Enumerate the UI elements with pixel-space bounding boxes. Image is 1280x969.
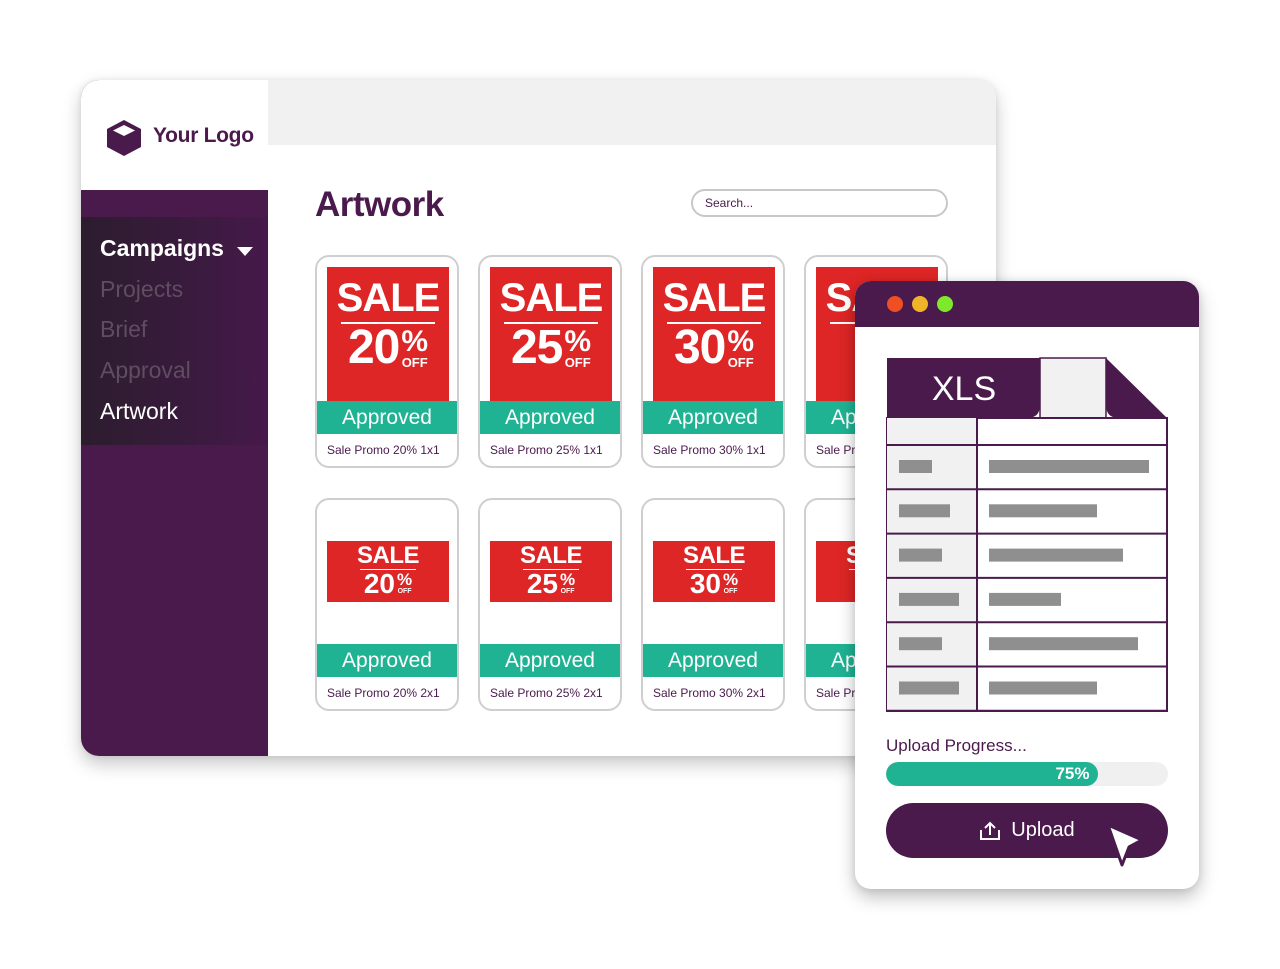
sale-artwork-thumbnail: SALE 25% OFF [490,541,612,602]
progress-bar: 75% [886,762,1168,786]
sidebar-item-artwork[interactable]: Artwork [100,398,178,425]
sheet-cell-placeholder [899,592,959,606]
off-text: OFF [397,588,412,595]
sale-artwork-thumbnail: SALE 25% OFF [490,267,612,401]
percent-sign: % [564,325,592,358]
percent-sign: % [723,570,739,589]
artwork-card[interactable]: SALE 20% OFF Approved Sale Promo 20% 1x1 [315,255,459,468]
sale-text: SALE [519,542,583,569]
top-bar [268,80,996,145]
sale-artwork-thumbnail: SALE 20% OFF [327,267,449,401]
close-window-icon[interactable] [887,296,903,312]
upload-window: XLS Upload Progress... 75% Upload [855,281,1199,889]
sale-text: SALE [682,542,746,569]
sidebar: Your Logo Campaigns Projects Brief Appro… [81,80,268,756]
progress-label: Upload Progress... [886,736,1027,755]
sale-text: SALE [499,276,604,320]
progress-fill: 75% [886,762,1098,786]
status-badge: Approved [317,644,457,677]
status-badge: Approved [480,401,620,434]
sheet-cell-placeholder [989,637,1138,651]
sidebar-item-approval[interactable]: Approval [100,357,191,384]
sidebar-item-projects[interactable]: Projects [100,276,183,303]
percent-sign: % [560,570,576,589]
artwork-card[interactable]: SALE 20% OFF Approved Sale Promo 20% 2x1 [315,498,459,711]
artwork-caption: Sale Promo 25% 1x1 [490,443,603,457]
minimize-window-icon[interactable] [912,296,928,312]
discount-number: 25 [526,568,559,599]
off-text: OFF [564,355,591,370]
sale-text: SALE [662,276,767,320]
page-title: Artwork [315,185,444,224]
sale-text: SALE [356,542,420,569]
sidebar-item-campaigns[interactable]: Campaigns [100,235,224,262]
discount-number: 20 [363,568,396,599]
percent-sign: % [727,325,755,358]
xls-file-icon: XLS [886,357,1168,712]
sheet-cell-placeholder [899,548,942,562]
logo-area: Your Logo [81,80,268,190]
artwork-card[interactable]: SALE 30% OFF Approved Sale Promo 30% 2x1 [641,498,785,711]
search-input[interactable] [691,189,948,217]
sale-artwork-thumbnail: SALE 20% OFF [327,541,449,602]
artwork-caption: Sale Promo 25% 2x1 [490,686,603,700]
status-badge: Approved [643,401,783,434]
off-text: OFF [560,588,575,595]
file-type-label: XLS [932,370,996,408]
sheet-cell-placeholder [989,504,1097,518]
off-text: OFF [723,588,738,595]
mouse-pointer-icon [1106,823,1144,867]
logo-text: Your Logo [153,124,254,147]
sheet-cell-placeholder [899,637,942,651]
sidebar-item-brief[interactable]: Brief [100,316,147,343]
upload-window-titlebar [855,281,1199,327]
sidebar-nav: Campaigns Projects Brief Approval Artwor… [81,217,268,445]
off-text: OFF [401,355,428,370]
sheet-cell-placeholder [899,504,950,518]
sale-artwork-thumbnail: SALE 30% OFF [653,267,775,401]
discount-number: 30 [673,321,726,374]
sheet-cell-placeholder [989,460,1149,473]
status-badge: Approved [480,644,620,677]
artwork-card[interactable]: SALE 30% OFF Approved Sale Promo 30% 1x1 [641,255,785,468]
discount-number: 30 [689,568,722,599]
percent-sign: % [401,325,429,358]
cube-logo-icon [107,120,141,156]
sheet-cell-placeholder [989,548,1123,562]
sheet-cell-placeholder [989,592,1061,606]
status-badge: Approved [643,644,783,677]
sheet-cell-placeholder [899,681,959,695]
sale-text: SALE [336,276,441,320]
percent-sign: % [397,570,413,589]
sheet-cell-placeholder [989,681,1097,695]
discount-number: 20 [347,321,400,374]
sale-artwork-thumbnail: SALE 30% OFF [653,541,775,602]
artwork-caption: Sale Promo 30% 2x1 [653,686,766,700]
artwork-caption: Sale Promo 30% 1x1 [653,443,766,457]
discount-number: 25 [510,321,563,374]
upload-icon [980,821,1001,840]
sheet-cell-placeholder [899,460,932,473]
off-text: OFF [727,355,754,370]
artwork-card[interactable]: SALE 25% OFF Approved Sale Promo 25% 2x1 [478,498,622,711]
artwork-caption: Sale Promo 20% 1x1 [327,443,440,457]
maximize-window-icon[interactable] [937,296,953,312]
chevron-down-icon[interactable] [237,247,253,256]
artwork-card[interactable]: SALE 25% OFF Approved Sale Promo 25% 1x1 [478,255,622,468]
progress-percent: 75% [1055,764,1090,783]
artwork-caption: Sale Promo 20% 2x1 [327,686,440,700]
upload-button-label: Upload [1011,819,1075,841]
status-badge: Approved [317,401,457,434]
